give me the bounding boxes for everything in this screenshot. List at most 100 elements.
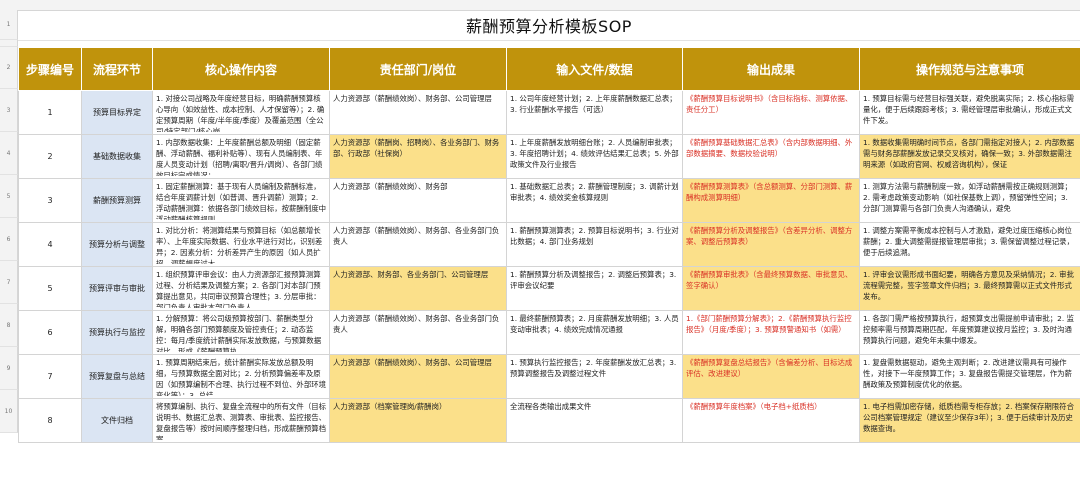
input-cell[interactable]: 1. 薪酬预算测算表；2. 预算目标说明书；3. 行业对比数据；4. 部门业务规… [506, 222, 683, 267]
input-cell[interactable]: 1. 预算执行监控报告；2. 年度薪酬发放汇总表；3. 预算调整报告及调整过程文… [506, 354, 683, 399]
process-cell[interactable]: 薪酬预算测算 [81, 178, 153, 223]
output-cell[interactable]: 《薪酬预算基础数据汇总表》（含内部数据明细、外部数据摘要、数据校验说明） [682, 134, 860, 179]
department-cell[interactable]: 人力资源部（薪酬绩效岗）、财务部、各业务部门负责人 [329, 310, 507, 355]
department-cell[interactable]: 人力资源部、财务部、各业务部门、公司管理层 [329, 266, 507, 311]
notes-cell[interactable]: 1. 预算目标需与经营目标强关联，避免脱离实际；2. 核心指标需量化，便于后续跟… [859, 90, 1080, 135]
input-cell-text: 1. 基础数据汇总表；2. 薪酬管理制度；3. 调薪计划审批表；4. 绩效奖金核… [510, 182, 679, 202]
input-cell-text: 1. 公司年度经营计划；2. 上年度薪酬数据汇总表；3. 行业薪酬水平报告（可选… [510, 94, 677, 114]
operation-cell[interactable]: 将预算编制、执行、复盘全流程中的所有文件（目标说明书、数据汇总表、测算表、审批表… [152, 398, 330, 443]
header-operation[interactable]: 核心操作内容 [152, 47, 330, 91]
output-cell[interactable]: 1.《部门薪酬预算分解表》；2.《薪酬预算执行监控报告》（月度/季度）；3. 预… [682, 310, 860, 355]
header-step-number[interactable]: 步骤编号 [18, 47, 82, 91]
department-cell[interactable]: 人力资源部（薪酬绩效岗）、财务部 [329, 178, 507, 223]
output-cell-text: 《薪酬预算基础数据汇总表》（含内部数据明细、外部数据摘要、数据校验说明） [686, 138, 853, 158]
operation-cell[interactable]: 1. 对接公司战略及年度经营目标，明确薪酬预算核心导向（如效益性、成本控制、人才… [152, 90, 330, 135]
process-cell[interactable]: 文件归档 [81, 398, 153, 443]
operation-cell-text: 1. 内部数据收集：上年度薪酬总额及明细（固定薪酬、浮动薪酬、福利补贴等）、现有… [156, 138, 323, 176]
process-cell[interactable]: 预算执行与监控 [81, 310, 153, 355]
notes-cell[interactable]: 1. 数据收集需明确时间节点，各部门需指定对接人；2. 内部数据需与财务部薪酬发… [859, 134, 1080, 179]
department-cell-text: 人力资源部（薪酬绩效岗）、财务部、各业务部门负责人 [333, 314, 500, 334]
process-cell[interactable]: 预算目标界定 [81, 90, 153, 135]
department-cell-text: 人力资源部（薪酬绩效岗）、财务部、公司管理层 [333, 358, 492, 367]
input-cell[interactable]: 1. 公司年度经营计划；2. 上年度薪酬数据汇总表；3. 行业薪酬水平报告（可选… [506, 90, 683, 135]
operation-cell-text: 1. 对接公司战略及年度经营目标，明确薪酬预算核心导向（如效益性、成本控制、人才… [156, 94, 325, 132]
notes-cell[interactable]: 1. 测算方法需与薪酬制度一致，如浮动薪酬需按正确规则测算；2. 需考虑政策变动… [859, 178, 1080, 223]
step-cell[interactable]: 2 [18, 134, 82, 179]
process-cell[interactable]: 预算复盘与总结 [81, 354, 153, 399]
output-cell[interactable]: 《薪酬预算测算表》（含总额测算、分部门测算、薪酬构成测算明细） [682, 178, 860, 223]
input-cell[interactable]: 1. 基础数据汇总表；2. 薪酬管理制度；3. 调薪计划审批表；4. 绩效奖金核… [506, 178, 683, 223]
row-number[interactable]: 9 [0, 347, 18, 390]
output-cell-text: 《薪酬预算年度档案》（电子档+纸质档） [686, 402, 822, 411]
table-row: 1 预算目标界定 1. 对接公司战略及年度经营目标，明确薪酬预算核心导向（如效益性、… [18, 90, 1080, 135]
department-cell[interactable]: 人力资源部（薪酬岗、招聘岗）、各业务部门、财务部、行政部（社保岗） [329, 134, 507, 179]
process-cell-text: 基础数据收集 [93, 152, 141, 161]
input-cell[interactable]: 1. 上年度薪酬发放明细台账；2. 人员编制审批表；3. 年度招聘计划；4. 绩… [506, 134, 683, 179]
operation-cell[interactable]: 1. 组织预算评审会议：由人力资源部汇报预算测算过程、分析结果及调整方案；2. … [152, 266, 330, 311]
department-cell[interactable]: 人力资源部（薪酬绩效岗）、财务部、各业务部门负责人 [329, 222, 507, 267]
spreadsheet: 1 2 3 4 5 6 7 8 9 10 薪酬预算分析模板SOP 步骤编号 流程… [0, 0, 1080, 486]
step-cell[interactable]: 8 [18, 398, 82, 443]
output-cell[interactable]: 《薪酬预算复盘总结报告》（含偏差分析、目标达成评估、改进建议） [682, 354, 860, 399]
output-cell[interactable]: 《薪酬预算分析及调整报告》（含差异分析、调整方案、调整后预算表） [682, 222, 860, 267]
notes-cell[interactable]: 1. 各部门需严格按预算执行，超预算支出需提前申请审批；2. 监控频率需与预算周… [859, 310, 1080, 355]
output-cell-text: 《薪酬预算目标说明书》（含目标指标、测算依据、责任分工） [686, 94, 853, 114]
row-number[interactable]: 4 [0, 132, 18, 175]
step-cell[interactable]: 4 [18, 222, 82, 267]
operation-cell[interactable]: 1. 分解预算：将公司级预算按部门、薪酬类型分解，明确各部门预算额度及管控责任；… [152, 310, 330, 355]
process-cell[interactable]: 预算评审与审批 [81, 266, 153, 311]
step-cell[interactable]: 3 [18, 178, 82, 223]
row-number[interactable]: 2 [0, 47, 18, 89]
row-number[interactable]: 8 [0, 304, 18, 347]
row-number[interactable]: 7 [0, 261, 18, 304]
operation-cell[interactable]: 1. 固定薪酬测算：基于现有人员编制及薪酬标准，结合年度调薪计划（如普调、晋升调… [152, 178, 330, 223]
row-number[interactable]: 1 [0, 10, 18, 40]
row-number[interactable]: 10 [0, 390, 18, 433]
department-cell[interactable]: 人力资源部（薪酬绩效岗）、财务部、公司管理层 [329, 354, 507, 399]
operation-cell[interactable]: 1. 对比分析：将测算结果与预算目标（如总额增长率）、上年度实际数据、行业水平进… [152, 222, 330, 267]
header-row: 步骤编号 流程环节 核心操作内容 责任部门/岗位 输入文件/数据 输出成果 操作… [18, 47, 1080, 91]
step-cell[interactable]: 1 [18, 90, 82, 135]
step-cell[interactable]: 7 [18, 354, 82, 399]
step-cell[interactable]: 5 [18, 266, 82, 311]
input-cell[interactable]: 1. 薪酬预算分析及调整报告；2. 调整后预算表；3. 评审会议纪要 [506, 266, 683, 311]
department-cell[interactable]: 人力资源部（薪酬绩效岗）、财务部、公司管理层 [329, 90, 507, 135]
header-output[interactable]: 输出成果 [682, 47, 860, 91]
notes-cell[interactable]: 1. 调整方案需平衡成本控制与人才激励，避免过度压缩核心岗位薪酬；2. 重大调整… [859, 222, 1080, 267]
input-cell[interactable]: 1. 最终薪酬预算表；2. 月度薪酬发放明细；3. 人员变动审批表；4. 绩效完… [506, 310, 683, 355]
department-cell[interactable]: 人力资源部（档案管理岗/薪酬岗） [329, 398, 507, 443]
process-cell[interactable]: 基础数据收集 [81, 134, 153, 179]
step-cell[interactable]: 6 [18, 310, 82, 355]
output-cell-text: 1.《部门薪酬预算分解表》；2.《薪酬预算执行监控报告》（月度/季度）；3. 预… [686, 314, 852, 334]
process-cell[interactable]: 预算分析与调整 [81, 222, 153, 267]
row-number[interactable]: 6 [0, 218, 18, 261]
operation-cell-text: 1. 对比分析：将测算结果与预算目标（如总额增长率）、上年度实际数据、行业水平进… [156, 226, 323, 264]
sop-table: 步骤编号 流程环节 核心操作内容 责任部门/岗位 输入文件/数据 输出成果 操作… [18, 47, 1080, 443]
process-cell-text: 预算复盘与总结 [89, 372, 145, 381]
sheet-title[interactable]: 薪酬预算分析模板SOP [18, 10, 1080, 41]
operation-cell[interactable]: 1. 预算周期结束后，统计薪酬实际发放总额及明细，与预算数据全面对比；2. 分析… [152, 354, 330, 399]
output-cell[interactable]: 《薪酬预算年度档案》（电子档+纸质档） [682, 398, 860, 443]
department-cell-text: 人力资源部、财务部、各业务部门、公司管理层 [333, 270, 489, 279]
process-cell-text: 预算评审与审批 [89, 284, 145, 293]
table-row: 4 预算分析与调整 1. 对比分析：将测算结果与预算目标（如总额增长率）、上年度实际… [18, 222, 1080, 267]
header-input[interactable]: 输入文件/数据 [506, 47, 683, 91]
notes-cell-text: 1. 评审会议需形成书面纪要，明确各方意见及采纳情况；2. 审批流程需完整，签字… [863, 270, 1074, 301]
row-number[interactable]: 5 [0, 175, 18, 218]
notes-cell[interactable]: 1. 评审会议需形成书面纪要，明确各方意见及采纳情况；2. 审批流程需完整，签字… [859, 266, 1080, 311]
output-cell[interactable]: 《薪酬预算审批表》（含最终预算数据、审批意见、签字确认） [682, 266, 860, 311]
notes-cell[interactable]: 1. 电子档需加密存储，纸质档需专柜存放；2. 档案保存期限符合公司档案管理规定… [859, 398, 1080, 443]
header-notes[interactable]: 操作规范与注意事项 [859, 47, 1080, 91]
process-cell-text: 预算分析与调整 [89, 240, 145, 249]
header-department[interactable]: 责任部门/岗位 [329, 47, 507, 91]
row-number[interactable] [0, 40, 18, 47]
output-cell[interactable]: 《薪酬预算目标说明书》（含目标指标、测算依据、责任分工） [682, 90, 860, 135]
notes-cell-text: 1. 数据收集需明确时间节点，各部门需指定对接人；2. 内部数据需与财务部薪酬发… [863, 138, 1074, 169]
operation-cell[interactable]: 1. 内部数据收集：上年度薪酬总额及明细（固定薪酬、浮动薪酬、福利补贴等）、现有… [152, 134, 330, 179]
input-cell[interactable]: 全流程各类输出成果文件 [506, 398, 683, 443]
row-number[interactable]: 3 [0, 89, 18, 132]
notes-cell-text: 1. 各部门需严格按预算执行，超预算支出需提前申请审批；2. 监控频率需与预算周… [863, 314, 1074, 345]
step-cell-text: 7 [47, 372, 53, 381]
notes-cell[interactable]: 1. 复盘需数据驱动，避免主观判断；2. 改进建议需具有可操作性，对接下一年度预… [859, 354, 1080, 399]
header-process[interactable]: 流程环节 [81, 47, 153, 91]
